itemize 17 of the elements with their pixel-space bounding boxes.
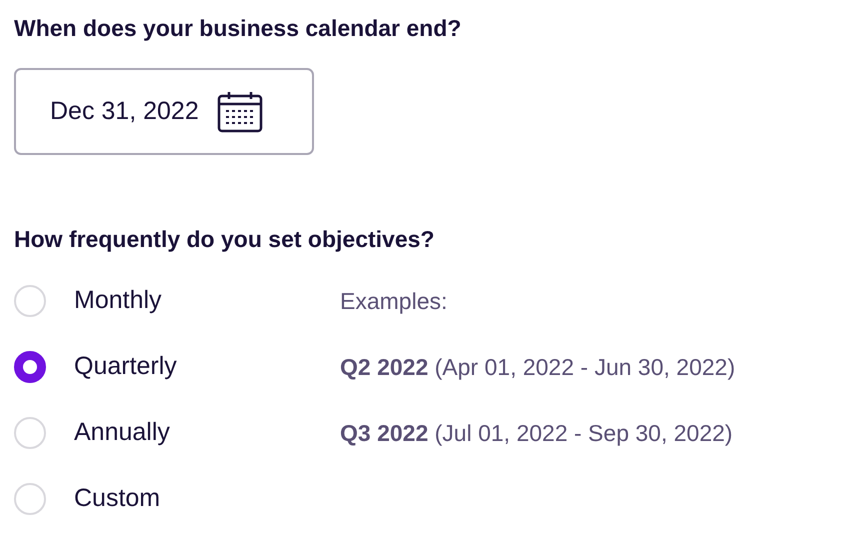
- radio-button[interactable]: [14, 351, 46, 383]
- option-label: Quarterly: [74, 351, 177, 382]
- calendar-icon: [216, 90, 263, 132]
- radio-option[interactable]: Annually: [14, 417, 170, 449]
- example-period: Q2 2022 (Apr 01, 2022 - Jun 30, 2022): [340, 353, 736, 382]
- question-heading: How frequently do you set objectives?: [14, 225, 434, 254]
- radio-option[interactable]: Monthly: [14, 285, 162, 317]
- question-heading: When does your business calendar end?: [14, 14, 462, 43]
- examples-label: Examples:: [340, 287, 448, 316]
- radio-option[interactable]: Quarterly: [14, 351, 177, 383]
- option-label: Annually: [74, 417, 170, 448]
- date-value: Dec 31, 2022: [50, 96, 199, 127]
- radio-option[interactable]: Custom: [14, 483, 160, 515]
- option-label: Monthly: [74, 285, 162, 316]
- option-label: Custom: [74, 483, 160, 514]
- date-field[interactable]: Dec 31, 2022: [14, 68, 314, 155]
- example-period: Q3 2022 (Jul 01, 2022 - Sep 30, 2022): [340, 419, 733, 448]
